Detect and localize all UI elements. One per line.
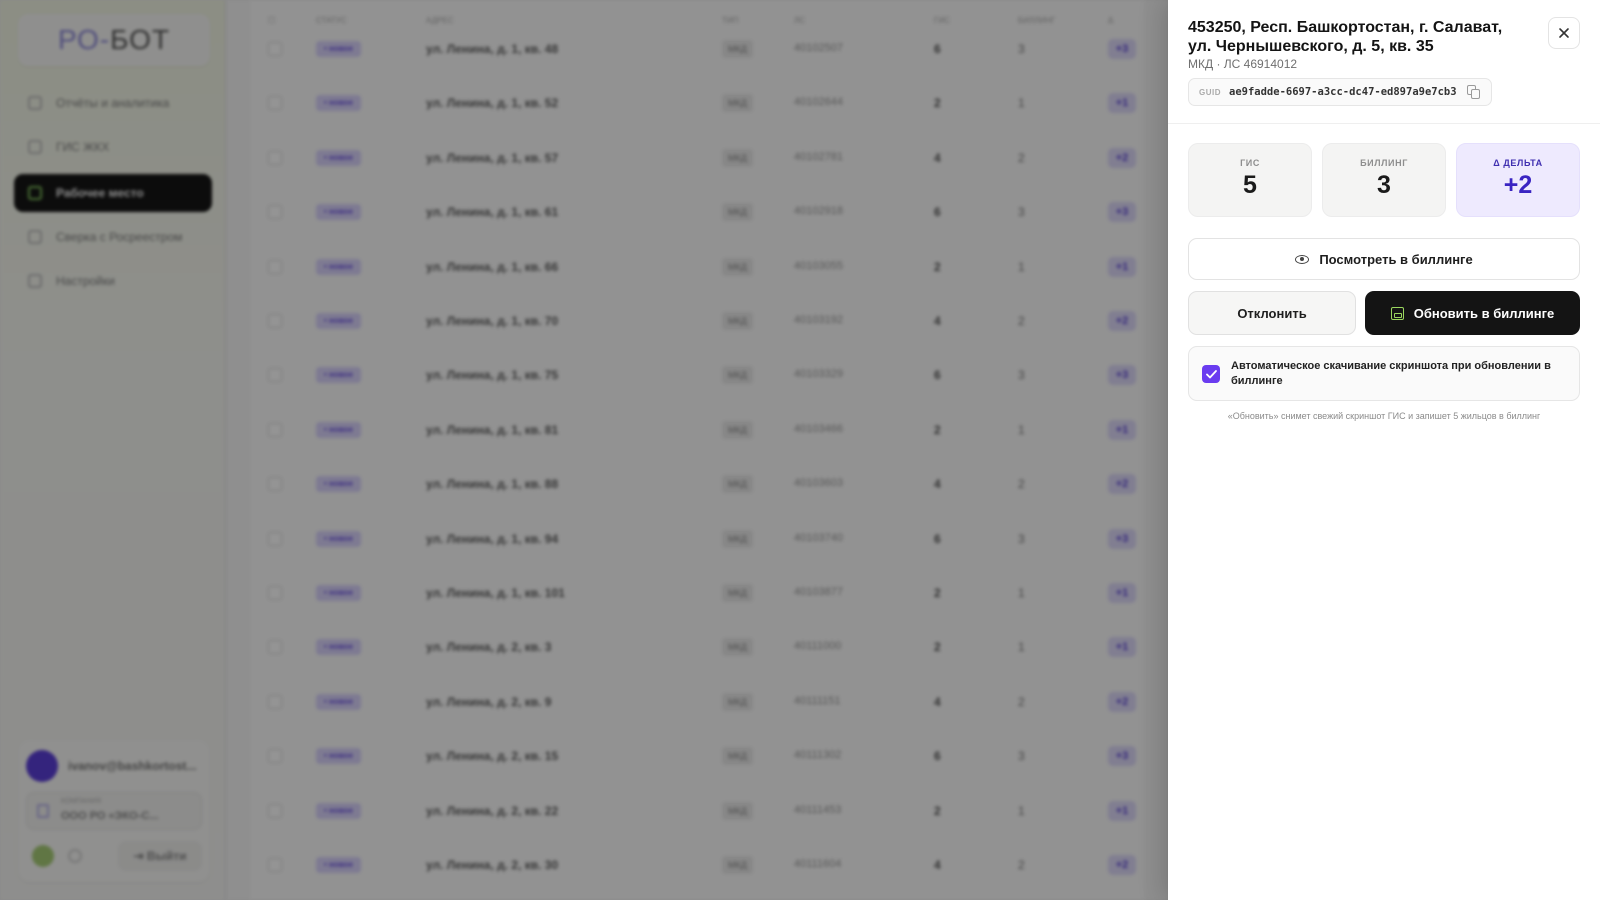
details-drawer: 453250, Респ. Башкортостан, г. Салават, … (1168, 0, 1600, 900)
update-in-billing-button[interactable]: Обновить в биллинге (1365, 291, 1580, 335)
eye-icon (1295, 254, 1310, 264)
close-button[interactable] (1548, 17, 1580, 49)
view-in-billing-label: Посмотреть в биллинге (1319, 251, 1473, 267)
modal-overlay[interactable] (0, 0, 1168, 900)
reject-label: Отклонить (1237, 305, 1307, 321)
stat-value: 5 (1243, 171, 1257, 199)
update-in-billing-label: Обновить в биллинге (1413, 305, 1555, 321)
check-icon (1205, 369, 1217, 378)
stat-value: +2 (1503, 171, 1533, 199)
update-hint: «Обновить» снимет свежий скриншот ГИС и … (1227, 411, 1541, 421)
drawer-subtitle: МКД · ЛС 46914012 (1188, 57, 1298, 71)
copy-icon[interactable] (1466, 85, 1481, 99)
stat-label: БИЛЛИНГ (1360, 158, 1408, 168)
reject-button[interactable]: Отклонить (1188, 291, 1356, 335)
stat-value: 3 (1377, 171, 1391, 199)
stat-label: ГИС (1240, 158, 1260, 168)
auto-screenshot-checkbox[interactable] (1202, 365, 1220, 383)
stat-delta: Δ ДЕЛЬТА +2 (1456, 143, 1580, 217)
guid-label: GUID (1199, 87, 1221, 97)
stat-label: Δ ДЕЛЬТА (1493, 158, 1543, 168)
close-icon (1559, 28, 1569, 38)
save-icon (1390, 306, 1404, 320)
stat-gis: ГИС 5 (1188, 143, 1312, 217)
stat-billing: БИЛЛИНГ 3 (1322, 143, 1446, 217)
auto-screenshot-option: Автоматическое скачивание скриншота при … (1188, 346, 1580, 401)
guid-value: ae9fadde-6697-a3cc-dc47-ed897a9e7cb3 (1229, 86, 1457, 98)
drawer-title: 453250, Респ. Башкортостан, г. Салават, … (1188, 19, 1503, 55)
guid-chip: GUID ae9fadde-6697-a3cc-dc47-ed897a9e7cb… (1188, 78, 1492, 106)
drawer-header: 453250, Респ. Башкортостан, г. Салават, … (1168, 0, 1600, 124)
auto-screenshot-label: Автоматическое скачивание скриншота при … (1231, 360, 1551, 387)
view-in-billing-button[interactable]: Посмотреть в биллинге (1188, 238, 1580, 280)
